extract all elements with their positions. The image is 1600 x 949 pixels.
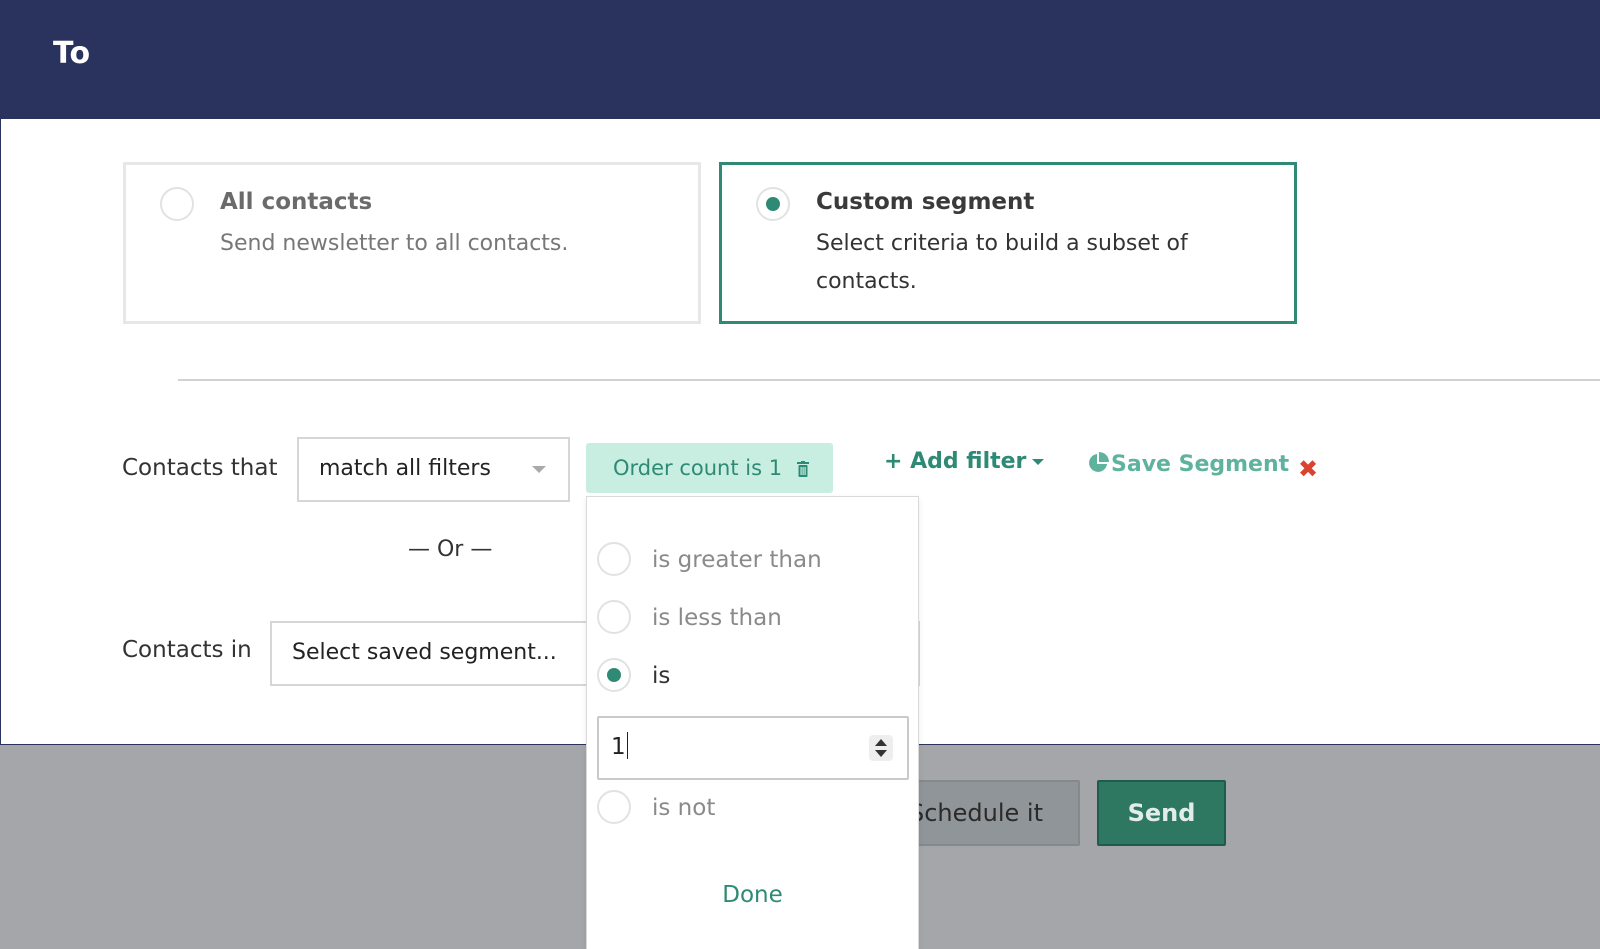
saved-segment-placeholder: Select saved segment... bbox=[292, 640, 557, 665]
custom-segment-radio[interactable] bbox=[756, 187, 790, 221]
filter-chip-order-count[interactable]: Order count is 1 bbox=[586, 443, 833, 493]
all-contacts-radio[interactable] bbox=[160, 187, 194, 221]
add-filter-label: + Add filter bbox=[884, 449, 1027, 474]
number-stepper[interactable] bbox=[869, 735, 893, 761]
section-divider bbox=[178, 379, 1600, 381]
custom-segment-title: Custom segment bbox=[816, 189, 1035, 215]
save-segment-button[interactable]: Save Segment bbox=[1087, 452, 1289, 477]
caret-down-icon bbox=[1032, 459, 1045, 465]
save-segment-label: Save Segment bbox=[1111, 452, 1290, 477]
operator-option-label: is not bbox=[652, 795, 716, 821]
operator-option-label: is greater than bbox=[652, 547, 822, 573]
operator-radio[interactable] bbox=[597, 542, 631, 576]
operator-option-label: is bbox=[652, 663, 671, 689]
stepper-down-icon[interactable] bbox=[875, 750, 887, 757]
order-count-input[interactable]: 1 bbox=[597, 716, 909, 780]
custom-segment-option[interactable]: Custom segment Select criteria to build … bbox=[719, 162, 1297, 324]
match-mode-value: match all filters bbox=[319, 456, 491, 481]
contacts-that-label: Contacts that bbox=[122, 455, 278, 481]
chevron-down-icon bbox=[532, 466, 546, 473]
text-cursor bbox=[626, 732, 628, 759]
order-count-value: 1 bbox=[611, 734, 626, 760]
all-contacts-title: All contacts bbox=[220, 189, 373, 215]
contacts-in-label: Contacts in bbox=[122, 637, 252, 663]
custom-segment-description: Select criteria to build a subset of con… bbox=[816, 231, 1188, 294]
operator-radio[interactable] bbox=[597, 790, 631, 824]
pie-chart-icon bbox=[1089, 452, 1109, 472]
or-separator: — Or — bbox=[408, 537, 493, 562]
send-button[interactable]: Send bbox=[1097, 780, 1226, 846]
done-button[interactable]: Done bbox=[587, 882, 918, 908]
stepper-up-icon[interactable] bbox=[875, 739, 887, 746]
operator-option-label: is less than bbox=[652, 605, 782, 631]
operator-radio[interactable] bbox=[597, 600, 631, 634]
add-filter-button[interactable]: + Add filter bbox=[884, 449, 1045, 474]
operator-radio[interactable] bbox=[597, 658, 631, 692]
all-contacts-description: Send newsletter to all contacts. bbox=[220, 231, 569, 256]
trash-icon[interactable] bbox=[796, 461, 809, 477]
all-contacts-option[interactable]: All contacts Send newsletter to all cont… bbox=[123, 162, 701, 324]
remove-filter-icon[interactable]: ✖ bbox=[1298, 456, 1318, 482]
filter-chip-label: Order count is 1 bbox=[613, 456, 783, 480]
page-title: To bbox=[53, 36, 91, 71]
operator-dropdown: is greater than is less than is 1 is not… bbox=[586, 496, 919, 949]
match-mode-select[interactable]: match all filters bbox=[297, 437, 570, 502]
header-bar: To bbox=[0, 0, 1600, 119]
